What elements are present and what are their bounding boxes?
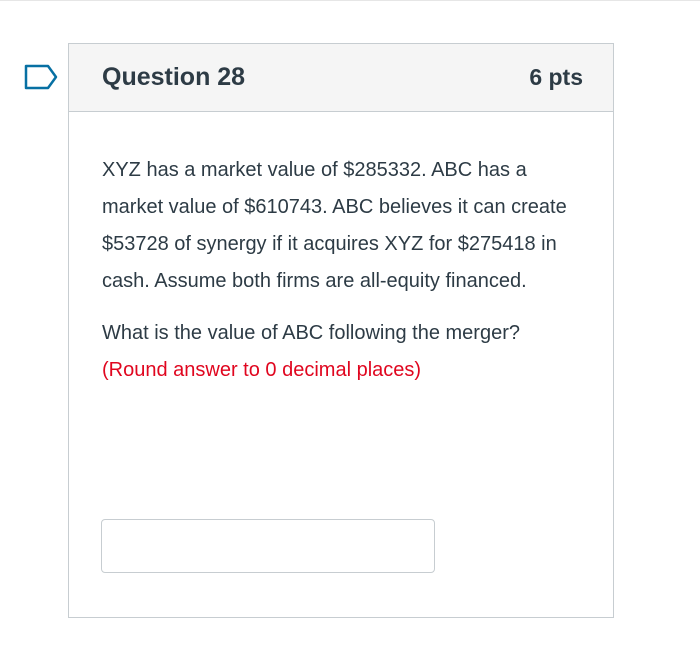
answer-input[interactable] — [101, 519, 435, 573]
question-header: Question 28 6 pts — [69, 44, 613, 112]
question-text: XYZ has a market value of $285332. ABC h… — [102, 159, 567, 292]
question-prompt: What is the value of ABC following the m… — [102, 315, 583, 389]
question-body: XYZ has a market value of $285332. ABC h… — [69, 112, 613, 389]
question-title: Question 28 — [102, 63, 246, 91]
question-prompt-lead: What is the value of ABC following the m… — [102, 322, 520, 344]
question-points: 6 pts — [529, 64, 583, 90]
question-card: Question 28 6 pts XYZ has a market value… — [68, 43, 614, 618]
flag-icon[interactable] — [24, 64, 58, 90]
rounding-instruction: (Round answer to 0 decimal places) — [102, 359, 422, 381]
top-divider — [0, 0, 700, 1]
